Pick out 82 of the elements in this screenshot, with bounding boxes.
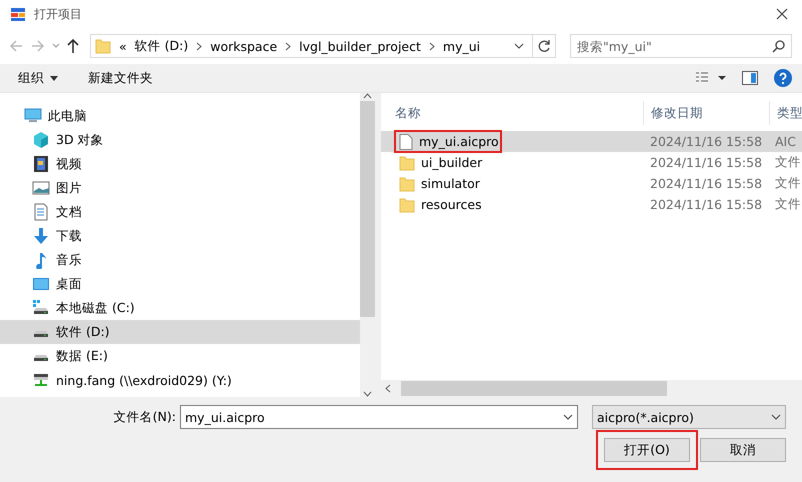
organize-button[interactable]: 组织 xyxy=(18,70,58,86)
caret-icon[interactable] xyxy=(52,42,60,50)
refresh-icon[interactable] xyxy=(537,39,551,53)
file-type: 文件 xyxy=(774,196,801,213)
chevron-icon xyxy=(285,42,292,50)
file-row[interactable]: my_ui.aicpro 2024/11/16 15:58 AIC xyxy=(381,131,802,152)
desktop-icon xyxy=(32,275,50,293)
sidebar-item[interactable]: ning.fang (\\exdroid029) (Y:) xyxy=(0,368,360,392)
chevron-icon xyxy=(196,42,202,50)
up-arrow-icon[interactable] xyxy=(66,38,80,54)
folder-icon xyxy=(399,154,415,170)
filename-label: 文件名(N): xyxy=(114,408,176,426)
dropdown-caret-icon xyxy=(771,414,781,420)
dropdown-caret-icon[interactable] xyxy=(514,43,524,49)
network-drive-icon xyxy=(32,371,50,389)
file-name: simulator xyxy=(421,176,480,191)
sidebar-item[interactable]: 图片 xyxy=(0,176,360,200)
breadcrumb[interactable]: lvgl_builder_project xyxy=(299,38,421,54)
close-icon xyxy=(776,8,788,20)
monitor-icon xyxy=(24,107,42,125)
column-header[interactable]: 修改日期 xyxy=(643,101,769,125)
file-date: 2024/11/16 15:58 xyxy=(649,176,764,191)
sidebar-item[interactable]: 数据 (E:) xyxy=(0,344,360,368)
address-bar[interactable]: « 软件 (D:) workspace lvgl_builder_project my_ui xyxy=(90,34,556,58)
view-options-icon[interactable] xyxy=(696,72,726,84)
scroll-left-icon[interactable] xyxy=(385,384,391,393)
caret-icon xyxy=(50,76,58,80)
filename-field[interactable]: my_ui.aicpro xyxy=(180,405,578,429)
cancel-button[interactable]: 取消 xyxy=(700,438,786,462)
file-icon xyxy=(399,134,413,150)
search-field[interactable]: 搜索"my_ui" xyxy=(570,34,792,58)
scrollbar-thumb[interactable] xyxy=(360,101,375,317)
scroll-down-icon[interactable] xyxy=(363,391,372,397)
drive-icon xyxy=(34,331,48,337)
film-strip-icon xyxy=(32,155,50,173)
sidebar-item[interactable]: 音乐 xyxy=(0,248,360,272)
file-type: 文件 xyxy=(774,175,801,192)
dropdown-caret-icon xyxy=(563,414,573,420)
chevron-icon xyxy=(428,42,435,50)
breadcrumb[interactable]: workspace xyxy=(210,38,278,54)
file-type: 文件 xyxy=(774,154,801,171)
file-row[interactable]: simulator 2024/11/16 15:58 文件 xyxy=(381,173,802,194)
sidebar-item[interactable]: 本地磁盘 (C:) xyxy=(0,296,360,320)
sidebar-item[interactable]: 此电脑 xyxy=(0,104,360,128)
sidebar-item[interactable]: 3D 对象 xyxy=(0,128,360,152)
file-row[interactable]: resources 2024/11/16 15:58 文件 xyxy=(381,194,802,215)
file-type: AIC xyxy=(774,134,796,149)
new-folder-button[interactable]: 新建文件夹 xyxy=(88,70,153,86)
drive-icon xyxy=(32,299,50,317)
sidebar-item[interactable]: 桌面 xyxy=(0,272,360,296)
file-date: 2024/11/16 15:58 xyxy=(649,197,764,212)
file-row[interactable]: ui_builder 2024/11/16 15:58 文件 xyxy=(381,152,802,173)
scrollbar-thumb[interactable] xyxy=(401,381,667,396)
sidebar-item[interactable]: 文档 xyxy=(0,200,360,224)
sidebar-item[interactable]: 视频 xyxy=(0,152,360,176)
breadcrumb[interactable]: 软件 (D:) xyxy=(134,38,188,54)
picture-icon xyxy=(32,179,50,197)
column-header[interactable]: 名称 xyxy=(395,101,643,125)
file-name: my_ui.aicpro xyxy=(419,134,499,149)
search-icon xyxy=(772,40,785,52)
folder-icon xyxy=(399,196,415,212)
file-name: resources xyxy=(421,197,482,212)
drive-icon xyxy=(34,355,48,361)
file-date: 2024/11/16 15:58 xyxy=(649,134,764,149)
sidebar-item[interactable]: 下载 xyxy=(0,224,360,248)
document-icon xyxy=(32,203,50,221)
down-arrow-icon xyxy=(32,227,50,245)
preview-pane-icon[interactable] xyxy=(742,71,758,85)
cube-icon xyxy=(32,131,50,149)
help-icon[interactable] xyxy=(774,69,792,87)
open-button[interactable]: 打开(O) xyxy=(604,438,690,462)
folder-icon xyxy=(95,38,111,54)
sidebar-item[interactable]: 软件 (D:) xyxy=(0,320,360,344)
file-type-dropdown[interactable]: aicpro(*.aicpro) xyxy=(592,405,786,429)
app-logo-icon xyxy=(10,6,26,22)
window-title: 打开项目 xyxy=(34,6,83,22)
scroll-up-icon[interactable] xyxy=(363,93,372,99)
file-date: 2024/11/16 15:58 xyxy=(649,155,764,170)
folder-icon xyxy=(399,176,415,192)
breadcrumb[interactable]: my_ui xyxy=(442,38,480,54)
address-overflow[interactable]: « xyxy=(119,38,127,54)
file-name: ui_builder xyxy=(421,155,482,170)
